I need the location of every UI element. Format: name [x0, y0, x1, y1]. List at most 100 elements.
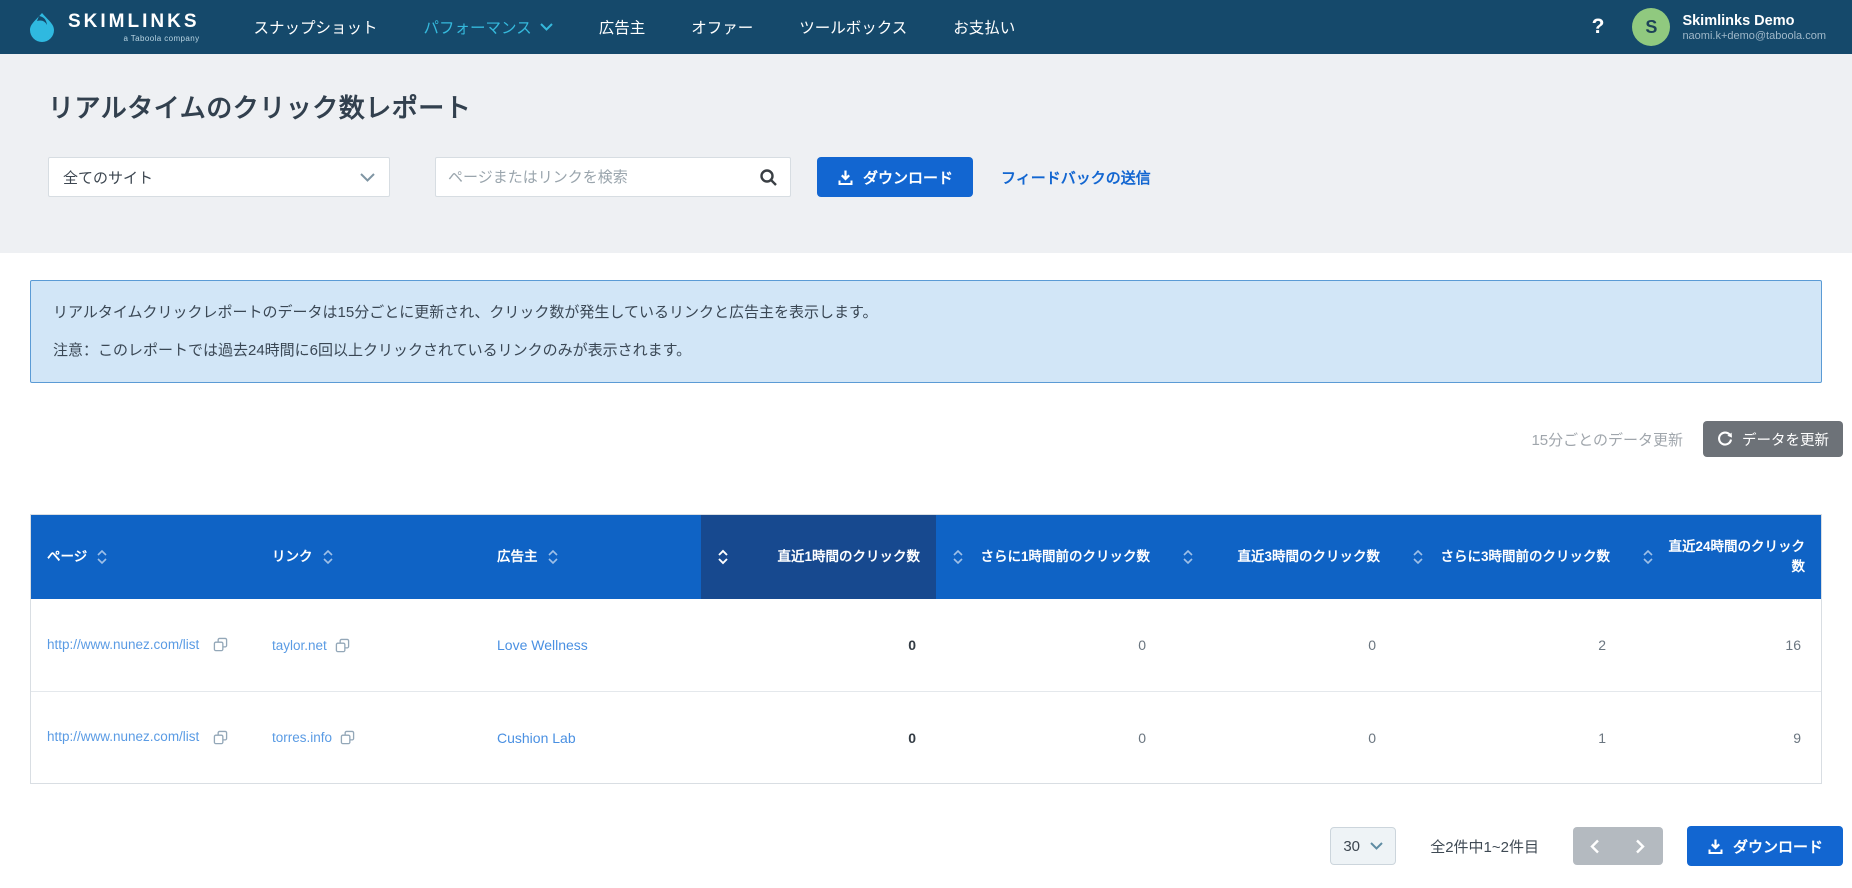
page-url-link[interactable]: http://www.nunez.com/list	[47, 727, 205, 748]
column-header-clicks-last-3h[interactable]: 直近3時間のクリック数	[1166, 515, 1396, 599]
clicks-prev-1h-value: 0	[1138, 729, 1146, 746]
clicks-last-1h-value: 0	[908, 637, 916, 653]
nav-item-snapshot[interactable]: スナップショット	[254, 16, 378, 38]
prev-page-button[interactable]	[1572, 827, 1618, 865]
column-header-clicks-last-24h[interactable]: 直近24時間のクリック数	[1626, 515, 1821, 599]
brand-text: SKIMLINKS a Taboola company	[68, 12, 200, 43]
clicks-last-3h-value: 0	[1368, 729, 1376, 746]
clicks-table: ページ リンク 広告主 直近1時間のクリック数 さらに1時間前のクリック数 直近…	[30, 514, 1822, 784]
user-info: Skimlinks Demo naomi.k+demo@taboola.com	[1682, 12, 1826, 43]
link-cell[interactable]: taylor.net	[256, 638, 481, 653]
search-input[interactable]	[448, 168, 759, 186]
chevron-left-icon	[1590, 839, 1600, 854]
download-button-label: ダウンロード	[863, 169, 954, 187]
chevron-down-icon	[360, 172, 375, 182]
nav-item-advertisers[interactable]: 広告主	[599, 16, 646, 38]
help-icon[interactable]: ?	[1592, 15, 1605, 39]
copy-icon[interactable]	[213, 730, 228, 745]
nav-item-label: スナップショット	[253, 20, 378, 37]
column-header-link[interactable]: リンク	[256, 515, 481, 599]
column-header-clicks-prev-1h[interactable]: さらに1時間前のクリック数	[936, 515, 1166, 599]
column-header-label: 直近1時間のクリック数	[777, 548, 920, 564]
nav-item-payments[interactable]: お支払い	[953, 16, 1015, 38]
send-feedback-link[interactable]: フィードバックの送信	[1001, 167, 1151, 188]
download-button[interactable]: ダウンロード	[817, 157, 974, 197]
column-header-label: リンク	[272, 548, 313, 564]
table-row: http://www.nunez.com/list taylor.net Lov…	[31, 599, 1821, 691]
link-cell[interactable]: torres.info	[256, 730, 481, 745]
sort-icon	[952, 548, 964, 566]
nav-right: ? S Skimlinks Demo naomi.k+demo@taboola.…	[1592, 8, 1826, 46]
column-header-page[interactable]: ページ	[31, 515, 256, 599]
nav-items: スナップショット パフォーマンス 広告主 オファー ツールボックス お支払い	[254, 16, 1016, 38]
clicks-prev-3h-value: 2	[1598, 637, 1606, 653]
sort-icon	[1182, 548, 1194, 566]
nav-item-label: 広告主	[598, 20, 646, 37]
next-page-button[interactable]	[1617, 827, 1663, 865]
rows-per-page-select[interactable]: 30	[1330, 827, 1397, 865]
nav-item-toolbox[interactable]: ツールボックス	[799, 16, 907, 38]
user-email: naomi.k+demo@taboola.com	[1682, 30, 1826, 43]
refresh-data-button[interactable]: データを更新	[1703, 421, 1843, 457]
chevron-right-icon	[1635, 839, 1646, 854]
nav-item-label: オファー	[691, 20, 754, 37]
clicks-last-1h-value: 0	[908, 729, 916, 746]
column-header-clicks-last-1h[interactable]: 直近1時間のクリック数	[701, 515, 936, 599]
sort-icon	[717, 548, 729, 566]
column-header-label: ページ	[47, 548, 88, 564]
pagination-row: 30 全2件中1~2件目 ダウンロード	[0, 826, 1843, 866]
info-banner: リアルタイムクリックレポートのデータは15分ごとに更新され、クリック数が発生して…	[30, 280, 1822, 383]
nav-item-performance[interactable]: パフォーマンス	[424, 16, 553, 38]
download-button[interactable]: ダウンロード	[1686, 826, 1843, 866]
banner-line-2: 注意：このレポートでは過去24時間に6回以上クリックされているリンクのみが表示さ…	[53, 342, 692, 359]
page-url-cell[interactable]: http://www.nunez.com/list	[31, 635, 256, 656]
column-header-label: 直近24時間のクリック数	[1668, 538, 1805, 574]
skimlinks-droplet-icon	[26, 11, 58, 43]
clicks-last-3h-value: 0	[1368, 637, 1376, 653]
column-header-advertiser[interactable]: 広告主	[481, 515, 701, 599]
refresh-note: 15分ごとのデータ更新	[1531, 431, 1683, 449]
site-filter-select[interactable]: 全てのサイト	[48, 157, 390, 197]
site-filter-value: 全てのサイト	[63, 169, 154, 187]
chevron-down-icon	[1370, 842, 1383, 850]
nav-item-label: ツールボックス	[799, 20, 908, 37]
banner-line-1: リアルタイムクリックレポートのデータは15分ごとに更新され、クリック数が発生して…	[53, 304, 878, 321]
copy-icon[interactable]	[213, 637, 228, 652]
page-title: リアルタイムのクリック数レポート	[48, 93, 472, 123]
skimlinks-logo[interactable]: SKIMLINKS a Taboola company	[26, 11, 200, 43]
user-name: Skimlinks Demo	[1682, 12, 1795, 29]
download-icon	[837, 169, 854, 186]
link-text[interactable]: torres.info	[272, 730, 332, 745]
advertiser-link[interactable]: Love Wellness	[481, 637, 701, 653]
column-header-label: さらに1時間前のクリック数	[980, 548, 1150, 564]
refresh-button-label: データを更新	[1742, 432, 1829, 449]
nav-item-offers[interactable]: オファー	[691, 16, 753, 38]
clicks-last-24h-value: 16	[1785, 637, 1801, 653]
column-header-clicks-prev-3h[interactable]: さらに3時間前のクリック数	[1396, 515, 1626, 599]
avatar: S	[1632, 8, 1671, 46]
page-header-section: リアルタイムのクリック数レポート 全てのサイト ダウンロード フィードバックの送…	[0, 54, 1852, 253]
download-button-label: ダウンロード	[1732, 838, 1823, 856]
search-icon[interactable]	[759, 168, 778, 187]
clicks-prev-1h-value: 0	[1138, 637, 1146, 653]
link-text[interactable]: taylor.net	[272, 638, 327, 653]
sort-icon	[547, 548, 559, 566]
clicks-prev-3h-value: 1	[1598, 729, 1606, 746]
clicks-last-24h-value: 9	[1793, 729, 1801, 746]
page-url-link[interactable]: http://www.nunez.com/list	[47, 635, 205, 656]
nav-item-label: お支払い	[953, 20, 1016, 37]
page-url-cell[interactable]: http://www.nunez.com/list	[31, 727, 256, 748]
nav-item-label: パフォーマンス	[423, 20, 532, 37]
advertiser-link[interactable]: Cushion Lab	[481, 730, 701, 746]
user-menu[interactable]: S Skimlinks Demo naomi.k+demo@taboola.co…	[1632, 8, 1826, 46]
column-header-label: さらに3時間前のクリック数	[1440, 548, 1610, 564]
refresh-icon	[1717, 431, 1733, 447]
table-header-row: ページ リンク 広告主 直近1時間のクリック数 さらに1時間前のクリック数 直近…	[31, 515, 1821, 599]
pager	[1572, 827, 1663, 865]
copy-icon[interactable]	[340, 730, 355, 745]
top-navbar: SKIMLINKS a Taboola company スナップショット パフォ…	[0, 0, 1852, 54]
sort-icon	[1642, 548, 1654, 566]
sort-icon	[322, 548, 334, 566]
copy-icon[interactable]	[335, 638, 350, 653]
column-header-label: 広告主	[497, 548, 538, 564]
